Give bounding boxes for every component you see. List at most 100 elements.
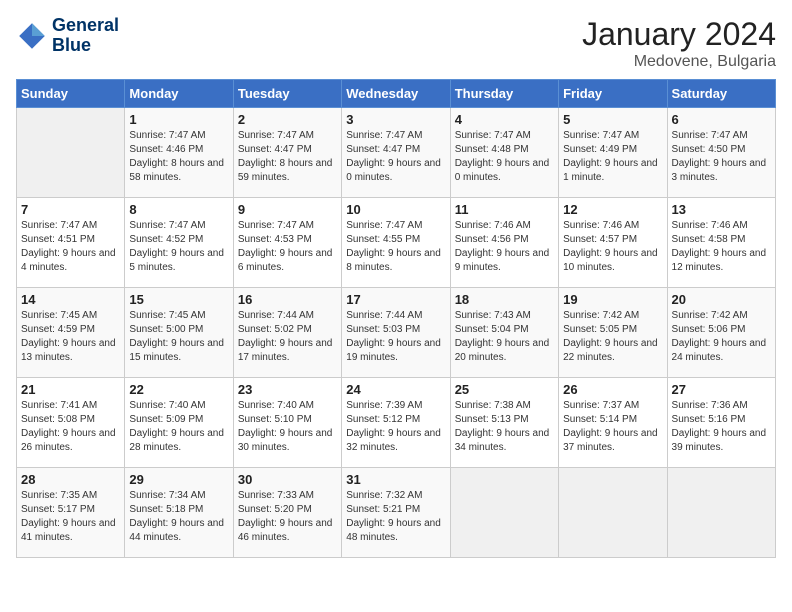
- logo-icon: [16, 20, 48, 52]
- day-info: Sunrise: 7:45 AMSunset: 4:59 PMDaylight:…: [21, 309, 120, 365]
- day-number: 4: [455, 112, 554, 127]
- logo-line1: General: [52, 16, 119, 36]
- day-number: 11: [455, 202, 554, 217]
- day-number: 8: [129, 202, 228, 217]
- day-info: Sunrise: 7:47 AMSunset: 4:47 PMDaylight:…: [346, 129, 445, 185]
- day-cell: 29 Sunrise: 7:34 AMSunset: 5:18 PMDayligh…: [125, 468, 233, 558]
- day-number: 7: [21, 202, 120, 217]
- day-cell: 18 Sunrise: 7:43 AMSunset: 5:04 PMDayligh…: [450, 288, 558, 378]
- location-title: Medovene, Bulgaria: [582, 53, 776, 71]
- calendar-table: SundayMondayTuesdayWednesdayThursdayFrid…: [16, 79, 776, 558]
- day-cell: 24Sunrise: 7:39 AMSunset: 5:12 PMDayligh…: [342, 378, 450, 468]
- month-title: January 2024: [582, 16, 776, 53]
- day-number: 5: [563, 112, 662, 127]
- day-cell: 17Sunrise: 7:44 AMSunset: 5:03 PMDayligh…: [342, 288, 450, 378]
- day-cell: 21 Sunrise: 7:41 AMSunset: 5:08 PMDayligh…: [17, 378, 125, 468]
- calendar-header: SundayMondayTuesdayWednesdayThursdayFrid…: [17, 80, 776, 108]
- day-info: Sunrise: 7:47 AMSunset: 4:51 PMDaylight:…: [21, 219, 120, 275]
- day-cell: 1 Sunrise: 7:47 AMSunset: 4:46 PMDaylight…: [125, 108, 233, 198]
- title-block: January 2024 Medovene, Bulgaria: [582, 16, 776, 71]
- day-info: Sunrise: 7:40 AMSunset: 5:10 PMDaylight:…: [238, 399, 337, 455]
- day-info: Sunrise: 7:32 AMSunset: 5:21 PMDaylight:…: [346, 489, 445, 545]
- week-row-2: 14 Sunrise: 7:45 AMSunset: 4:59 PMDayligh…: [17, 288, 776, 378]
- day-info: Sunrise: 7:44 AMSunset: 5:02 PMDaylight:…: [238, 309, 337, 365]
- header-cell-thursday: Thursday: [450, 80, 558, 108]
- day-info: Sunrise: 7:46 AMSunset: 4:58 PMDaylight:…: [672, 219, 771, 275]
- day-number: 26: [563, 382, 662, 397]
- day-number: 3: [346, 112, 445, 127]
- header-cell-tuesday: Tuesday: [233, 80, 341, 108]
- day-cell: [450, 468, 558, 558]
- header-cell-sunday: Sunday: [17, 80, 125, 108]
- day-info: Sunrise: 7:42 AMSunset: 5:06 PMDaylight:…: [672, 309, 771, 365]
- day-cell: 25 Sunrise: 7:38 AMSunset: 5:13 PMDayligh…: [450, 378, 558, 468]
- day-info: Sunrise: 7:40 AMSunset: 5:09 PMDaylight:…: [129, 399, 228, 455]
- day-cell: 19Sunrise: 7:42 AMSunset: 5:05 PMDayligh…: [559, 288, 667, 378]
- day-cell: 14 Sunrise: 7:45 AMSunset: 4:59 PMDayligh…: [17, 288, 125, 378]
- page-header: General Blue January 2024 Medovene, Bulg…: [16, 16, 776, 71]
- day-cell: 2Sunrise: 7:47 AMSunset: 4:47 PMDaylight…: [233, 108, 341, 198]
- day-info: Sunrise: 7:47 AMSunset: 4:52 PMDaylight:…: [129, 219, 228, 275]
- day-cell: 16 Sunrise: 7:44 AMSunset: 5:02 PMDayligh…: [233, 288, 341, 378]
- day-info: Sunrise: 7:33 AMSunset: 5:20 PMDaylight:…: [238, 489, 337, 545]
- day-cell: 3 Sunrise: 7:47 AMSunset: 4:47 PMDaylight…: [342, 108, 450, 198]
- day-cell: 31Sunrise: 7:32 AMSunset: 5:21 PMDayligh…: [342, 468, 450, 558]
- day-info: Sunrise: 7:47 AMSunset: 4:49 PMDaylight:…: [563, 129, 662, 185]
- day-cell: 22 Sunrise: 7:40 AMSunset: 5:09 PMDayligh…: [125, 378, 233, 468]
- day-info: Sunrise: 7:41 AMSunset: 5:08 PMDaylight:…: [21, 399, 120, 455]
- day-info: Sunrise: 7:47 AMSunset: 4:47 PMDaylight:…: [238, 129, 337, 185]
- day-cell: 8 Sunrise: 7:47 AMSunset: 4:52 PMDaylight…: [125, 198, 233, 288]
- day-info: Sunrise: 7:47 AMSunset: 4:55 PMDaylight:…: [346, 219, 445, 275]
- day-number: 16: [238, 292, 337, 307]
- day-number: 23: [238, 382, 337, 397]
- day-info: Sunrise: 7:37 AMSunset: 5:14 PMDaylight:…: [563, 399, 662, 455]
- day-cell: 27 Sunrise: 7:36 AMSunset: 5:16 PMDayligh…: [667, 378, 775, 468]
- day-cell: 20 Sunrise: 7:42 AMSunset: 5:06 PMDayligh…: [667, 288, 775, 378]
- day-info: Sunrise: 7:43 AMSunset: 5:04 PMDaylight:…: [455, 309, 554, 365]
- day-cell: 10 Sunrise: 7:47 AMSunset: 4:55 PMDayligh…: [342, 198, 450, 288]
- day-cell: [17, 108, 125, 198]
- header-cell-monday: Monday: [125, 80, 233, 108]
- day-info: Sunrise: 7:46 AMSunset: 4:56 PMDaylight:…: [455, 219, 554, 275]
- day-number: 14: [21, 292, 120, 307]
- day-number: 27: [672, 382, 771, 397]
- day-cell: 4Sunrise: 7:47 AMSunset: 4:48 PMDaylight…: [450, 108, 558, 198]
- week-row-4: 28 Sunrise: 7:35 AMSunset: 5:17 PMDayligh…: [17, 468, 776, 558]
- calendar-body: 1 Sunrise: 7:47 AMSunset: 4:46 PMDaylight…: [17, 108, 776, 558]
- day-number: 24: [346, 382, 445, 397]
- day-number: 20: [672, 292, 771, 307]
- day-info: Sunrise: 7:42 AMSunset: 5:05 PMDaylight:…: [563, 309, 662, 365]
- day-number: 13: [672, 202, 771, 217]
- day-number: 17: [346, 292, 445, 307]
- day-number: 29: [129, 472, 228, 487]
- week-row-1: 7 Sunrise: 7:47 AMSunset: 4:51 PMDaylight…: [17, 198, 776, 288]
- day-info: Sunrise: 7:34 AMSunset: 5:18 PMDaylight:…: [129, 489, 228, 545]
- day-info: Sunrise: 7:45 AMSunset: 5:00 PMDaylight:…: [129, 309, 228, 365]
- day-number: 22: [129, 382, 228, 397]
- day-number: 9: [238, 202, 337, 217]
- day-number: 15: [129, 292, 228, 307]
- day-number: 6: [672, 112, 771, 127]
- day-number: 28: [21, 472, 120, 487]
- day-cell: 6 Sunrise: 7:47 AMSunset: 4:50 PMDaylight…: [667, 108, 775, 198]
- day-cell: 23 Sunrise: 7:40 AMSunset: 5:10 PMDayligh…: [233, 378, 341, 468]
- day-info: Sunrise: 7:35 AMSunset: 5:17 PMDaylight:…: [21, 489, 120, 545]
- day-cell: 26 Sunrise: 7:37 AMSunset: 5:14 PMDayligh…: [559, 378, 667, 468]
- day-cell: 15 Sunrise: 7:45 AMSunset: 5:00 PMDayligh…: [125, 288, 233, 378]
- day-number: 30: [238, 472, 337, 487]
- day-cell: 28 Sunrise: 7:35 AMSunset: 5:17 PMDayligh…: [17, 468, 125, 558]
- day-number: 1: [129, 112, 228, 127]
- day-info: Sunrise: 7:36 AMSunset: 5:16 PMDaylight:…: [672, 399, 771, 455]
- header-row: SundayMondayTuesdayWednesdayThursdayFrid…: [17, 80, 776, 108]
- day-number: 18: [455, 292, 554, 307]
- header-cell-wednesday: Wednesday: [342, 80, 450, 108]
- day-cell: 13 Sunrise: 7:46 AMSunset: 4:58 PMDayligh…: [667, 198, 775, 288]
- day-info: Sunrise: 7:47 AMSunset: 4:50 PMDaylight:…: [672, 129, 771, 185]
- week-row-0: 1 Sunrise: 7:47 AMSunset: 4:46 PMDaylight…: [17, 108, 776, 198]
- day-number: 10: [346, 202, 445, 217]
- day-info: Sunrise: 7:38 AMSunset: 5:13 PMDaylight:…: [455, 399, 554, 455]
- day-cell: 7 Sunrise: 7:47 AMSunset: 4:51 PMDaylight…: [17, 198, 125, 288]
- day-number: 25: [455, 382, 554, 397]
- day-number: 21: [21, 382, 120, 397]
- day-info: Sunrise: 7:47 AMSunset: 4:46 PMDaylight:…: [129, 129, 228, 185]
